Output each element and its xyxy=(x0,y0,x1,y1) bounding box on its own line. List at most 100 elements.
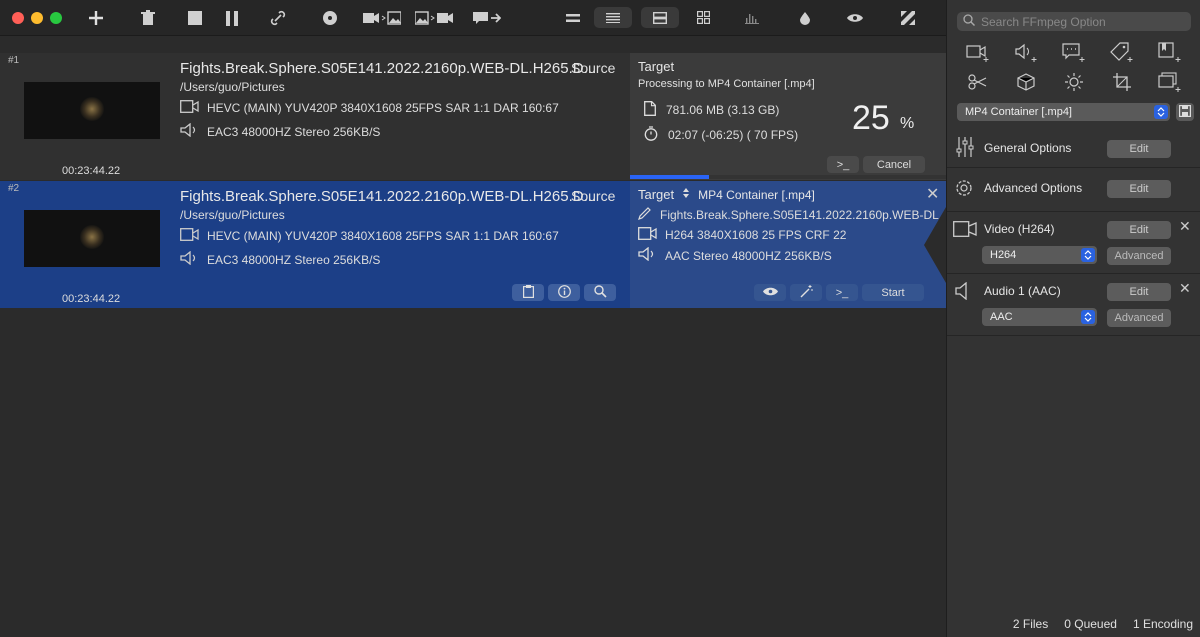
file-name: Fights.Break.Sphere.S05E141.2022.2160p.W… xyxy=(180,60,597,77)
list-view-icon[interactable] xyxy=(594,7,632,28)
video-codec-value: H264 xyxy=(990,249,1017,261)
percent-sign: % xyxy=(900,115,915,132)
target-filename: Fights.Break.Sphere.S05E141.2022.2160p.W… xyxy=(638,207,949,223)
chevron-updown-icon xyxy=(1081,310,1095,324)
equals-icon[interactable] xyxy=(563,8,583,28)
files-count: 2 Files xyxy=(1012,617,1049,631)
cancel-button[interactable]: Cancel xyxy=(863,156,925,173)
target-container[interactable]: MP4 Container [.mp4] xyxy=(698,188,815,202)
video-to-image-icon[interactable] xyxy=(362,8,402,28)
file-path: /Users/guo/Pictures xyxy=(180,208,285,222)
audio-info: EAC3 48000HZ Stereo 256KB/S xyxy=(180,122,381,140)
target-panel: Target Processing to MP4 Container [.mp4… xyxy=(630,53,946,180)
drop-icon[interactable] xyxy=(795,8,815,28)
remove-audio-icon[interactable]: ✕ xyxy=(1179,280,1191,297)
disc-icon[interactable] xyxy=(320,8,340,28)
add-audio-icon[interactable] xyxy=(1011,38,1041,66)
eye-icon[interactable] xyxy=(845,8,865,28)
audio-stream-label: Audio 1 (AAC) xyxy=(984,284,1061,298)
audio-codec-select[interactable]: AAC xyxy=(982,308,1097,326)
add-video-icon[interactable] xyxy=(963,38,993,66)
video-thumbnail xyxy=(24,82,160,139)
start-label: Start xyxy=(881,286,905,299)
preview-button[interactable] xyxy=(754,284,786,301)
target-filename-text[interactable]: Fights.Break.Sphere.S05E141.2022.2160p.W… xyxy=(660,208,949,222)
search-field[interactable]: Search FFmpeg Option xyxy=(957,12,1191,31)
processing-status: Processing to MP4 Container [.mp4] xyxy=(638,78,815,90)
video-edit-button[interactable]: Edit xyxy=(1107,221,1171,239)
general-options-section: General Options Edit xyxy=(947,128,1200,168)
speaker-icon xyxy=(638,246,657,264)
video-stream-label: Video (H264) xyxy=(984,222,1055,236)
task-list: #1 00:23:44.22 Fights.Break.Sphere.S05E1… xyxy=(0,36,949,637)
paste-button[interactable] xyxy=(512,284,544,301)
target-audio-text: AAC Stereo 48000HZ 256KB/S xyxy=(665,248,832,263)
time-text: 02:07 (-06:25) ( 70 FPS) xyxy=(668,128,799,142)
progress-percent: 25 xyxy=(852,99,890,137)
advanced-label: Advanced xyxy=(1114,250,1164,262)
info-button[interactable] xyxy=(548,284,580,301)
search-placeholder: Search FFmpeg Option xyxy=(981,14,1106,29)
magic-button[interactable] xyxy=(790,284,822,301)
advanced-options-section: Advanced Options Edit xyxy=(947,168,1200,212)
search-icon xyxy=(963,14,975,29)
add-subtitle-icon[interactable] xyxy=(1059,38,1089,66)
add-chapter-icon[interactable] xyxy=(1155,38,1185,66)
audio-edit-button[interactable]: Edit xyxy=(1107,283,1171,301)
remove-video-icon[interactable]: ✕ xyxy=(1179,218,1191,235)
target-panel: Target MP4 Container [.mp4] ✕ Fights.Bre… xyxy=(630,181,949,308)
audio-advanced-button[interactable]: Advanced xyxy=(1107,309,1171,327)
general-edit-button[interactable]: Edit xyxy=(1107,140,1171,158)
link-icon[interactable] xyxy=(268,8,288,28)
task-row[interactable]: #2 00:23:44.22 Fights.Break.Sphere.S05E1… xyxy=(0,181,949,308)
add-icon[interactable] xyxy=(86,8,106,28)
cut-icon[interactable] xyxy=(963,68,993,96)
audio-info-text: EAC3 48000HZ Stereo 256KB/S xyxy=(207,124,381,139)
close-icon[interactable]: ✕ xyxy=(926,184,939,204)
video-codec-select[interactable]: H264 xyxy=(982,246,1097,264)
advanced-edit-button[interactable]: Edit xyxy=(1107,180,1171,198)
trash-icon[interactable] xyxy=(138,8,158,28)
image-to-video-icon[interactable] xyxy=(414,8,454,28)
bars-icon[interactable] xyxy=(742,8,762,28)
minimize-window-button[interactable] xyxy=(31,12,43,24)
video-advanced-button[interactable]: Advanced xyxy=(1107,247,1171,265)
split-view-icon[interactable] xyxy=(641,7,679,28)
close-window-button[interactable] xyxy=(12,12,24,24)
up-down-icon[interactable] xyxy=(682,187,690,202)
start-button[interactable]: Start xyxy=(862,284,924,301)
speaker-icon xyxy=(180,250,199,268)
video-camera-icon xyxy=(953,221,977,240)
add-metadata-icon[interactable] xyxy=(1107,38,1137,66)
stop-icon[interactable] xyxy=(185,8,205,28)
terminal-button[interactable]: >_ xyxy=(827,156,859,173)
crop-icon[interactable] xyxy=(1107,68,1137,96)
edit-label: Edit xyxy=(1129,286,1149,298)
video-info: HEVC (MAIN) YUV420P 3840X1608 25FPS SAR … xyxy=(180,228,559,244)
progress-fill xyxy=(630,175,709,179)
audio-stream-section: Audio 1 (AAC) Edit ✕ AAC Advanced xyxy=(947,274,1200,336)
grid-view-icon[interactable] xyxy=(684,7,722,28)
add-overlay-icon[interactable] xyxy=(1155,68,1185,96)
zoom-window-button[interactable] xyxy=(50,12,62,24)
video-info-text: HEVC (MAIN) YUV420P 3840X1608 25FPS SAR … xyxy=(207,229,559,243)
options-sidebar: Search FFmpeg Option MP4 Container [.mp4… xyxy=(946,0,1200,637)
advanced-options-label: Advanced Options xyxy=(984,181,1083,195)
subtitle-export-icon[interactable] xyxy=(472,8,502,28)
save-preset-button[interactable] xyxy=(1176,103,1194,121)
container-value: MP4 Container [.mp4] xyxy=(965,106,1072,118)
source-label: Source xyxy=(571,188,616,204)
container-select[interactable]: MP4 Container [.mp4] xyxy=(957,103,1170,121)
terminal-button[interactable]: >_ xyxy=(826,284,858,301)
size-stat: 781.06 MB (3.13 GB) xyxy=(644,101,779,119)
brightness-icon[interactable] xyxy=(1059,68,1089,96)
search-button[interactable] xyxy=(584,284,616,301)
video-camera-icon xyxy=(638,227,657,243)
task-row[interactable]: #1 00:23:44.22 Fights.Break.Sphere.S05E1… xyxy=(0,53,946,180)
video-stream-section: Video (H264) Edit ✕ H264 Advanced xyxy=(947,212,1200,274)
logo-icon[interactable] xyxy=(898,8,918,28)
terminal-label: >_ xyxy=(835,286,849,299)
pause-icon[interactable] xyxy=(222,8,242,28)
audio-info: EAC3 48000HZ Stereo 256KB/S xyxy=(180,250,380,268)
package-icon[interactable] xyxy=(1011,68,1041,96)
